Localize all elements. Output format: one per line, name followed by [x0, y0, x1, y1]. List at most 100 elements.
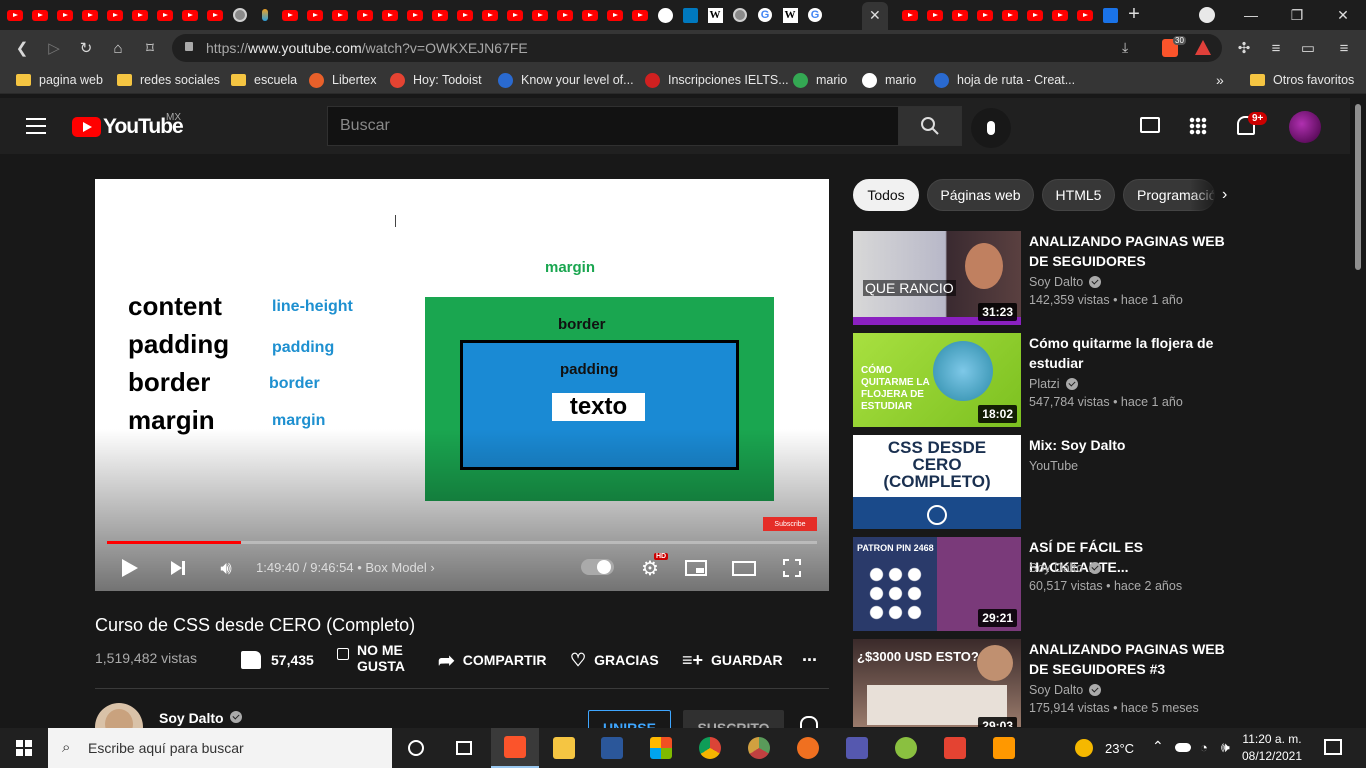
dislike-button[interactable]: NO ME GUSTA — [337, 642, 405, 674]
browser-tab[interactable] — [1073, 5, 1097, 25]
chevron-right-icon[interactable]: › — [1222, 186, 1227, 204]
browser-tab[interactable] — [378, 5, 402, 25]
next-button[interactable] — [163, 554, 193, 582]
browser-tab[interactable]: W — [703, 5, 727, 25]
recommendation-channel[interactable]: Soy Dalto — [1029, 275, 1102, 289]
taskbar-app-grammarly[interactable] — [784, 728, 832, 768]
browser-tab[interactable] — [628, 5, 652, 25]
apps-grid-icon[interactable] — [1189, 117, 1207, 135]
recommendation-channel[interactable]: Platzi — [1029, 377, 1078, 391]
taskbar-app-todoist[interactable] — [931, 728, 979, 768]
browser-tab[interactable]: G — [803, 5, 827, 25]
taskbar-search[interactable]: ⌕ Escribe aquí para buscar — [48, 728, 392, 768]
browser-tab[interactable] — [578, 5, 602, 25]
maximize-button[interactable]: ❐ — [1274, 0, 1320, 30]
hamburger-menu-icon[interactable] — [26, 118, 46, 134]
browser-tab[interactable] — [303, 5, 327, 25]
fullscreen-button[interactable] — [777, 554, 807, 582]
page-scrollbar[interactable] — [1350, 98, 1366, 728]
browser-tab[interactable]: G — [753, 5, 777, 25]
bookmark-item[interactable]: Inscripciones IELTS... — [645, 71, 789, 89]
bookmarks-overflow[interactable]: » — [1216, 71, 1224, 89]
search-button[interactable] — [898, 106, 962, 146]
show-hidden-icons[interactable]: ⌃ — [1152, 738, 1164, 755]
subscribe-watermark[interactable]: Subscribe — [763, 517, 817, 531]
bookmark-item[interactable]: redes sociales — [117, 71, 220, 89]
more-actions-button[interactable]: ... — [802, 640, 817, 670]
browser-tab[interactable] — [128, 5, 152, 25]
address-bar[interactable]: https://www.youtube.com/watch?v=OWKXEJN6… — [172, 34, 1222, 62]
tab-search-icon[interactable] — [1199, 7, 1215, 23]
wallet-icon[interactable]: ▭ — [1298, 38, 1318, 58]
weather-temperature[interactable]: 23°C — [1105, 741, 1134, 756]
browser-tab[interactable] — [178, 5, 202, 25]
video-player[interactable]: content padding border margin line-heigh… — [95, 179, 829, 591]
close-tab-icon[interactable]: ✕ — [869, 7, 881, 24]
browser-tab[interactable] — [78, 5, 102, 25]
channel-name[interactable]: Soy Dalto — [159, 710, 242, 726]
browser-tab[interactable] — [253, 5, 277, 25]
volume-button[interactable]: 🔊︎ — [211, 554, 241, 582]
back-icon[interactable]: ❮ — [12, 38, 32, 58]
recommendation-thumbnail[interactable]: CSS DESDE CERO (COMPLETO) — [853, 435, 1021, 529]
recommendation-thumbnail[interactable]: PATRON PIN 2468 29:21 — [853, 537, 1021, 631]
system-clock[interactable]: 11:20 a. m. 08/12/2021 — [1240, 731, 1304, 765]
browser-tab[interactable] — [653, 5, 677, 25]
search-input[interactable] — [328, 107, 898, 145]
voice-search-button[interactable] — [971, 108, 1011, 148]
browser-tab[interactable] — [403, 5, 427, 25]
new-tab-button[interactable]: + — [1124, 4, 1144, 24]
task-view-button[interactable] — [440, 728, 488, 768]
onedrive-icon[interactable] — [1175, 743, 1191, 752]
browser-tab[interactable]: W — [778, 5, 802, 25]
bookmark-item[interactable]: pagina web — [16, 71, 103, 89]
bookmark-item[interactable]: Know your level of... — [498, 71, 634, 89]
browser-tab[interactable] — [948, 5, 972, 25]
miniplayer-button[interactable] — [681, 554, 711, 582]
browser-tab[interactable] — [998, 5, 1022, 25]
taskbar-app-sublime[interactable] — [980, 728, 1028, 768]
wifi-icon[interactable]: ◔ — [1200, 740, 1208, 755]
taskbar-app-whatsapp[interactable] — [882, 728, 930, 768]
browser-tab[interactable] — [328, 5, 352, 25]
extensions-icon[interactable]: ✣ — [1234, 38, 1254, 58]
home-icon[interactable]: ⌂ — [108, 38, 128, 58]
like-button[interactable]: 57,435 — [241, 645, 314, 675]
taskbar-app-chromium[interactable] — [735, 728, 783, 768]
forward-icon[interactable]: ▷ — [44, 38, 64, 58]
browser-tab[interactable] — [898, 5, 922, 25]
browser-tab[interactable] — [973, 5, 997, 25]
browser-tab[interactable] — [1023, 5, 1047, 25]
taskbar-app-explorer[interactable] — [540, 728, 588, 768]
recommendation-item[interactable]: ¿$3000 USD ESTO? 29:03 ANALIZANDO PAGINA… — [853, 639, 1238, 727]
recommendation-item[interactable]: PATRON PIN 2468 29:21 ASÍ DE FÁCIL ES HA… — [853, 537, 1238, 631]
download-icon[interactable]: ⤓ — [1122, 39, 1128, 56]
active-tab[interactable]: ✕ — [862, 2, 888, 30]
other-bookmarks[interactable]: Otros favoritos — [1250, 71, 1354, 89]
share-button[interactable]: ➦ COMPARTIR — [438, 645, 547, 675]
taskbar-app-chrome[interactable] — [686, 728, 734, 768]
bookmark-item[interactable]: mario — [862, 71, 916, 89]
minimize-button[interactable]: — — [1228, 0, 1274, 30]
recommendation-thumbnail[interactable]: ¿$3000 USD ESTO? 29:03 — [853, 639, 1021, 727]
thanks-button[interactable]: ♡ GRACIAS — [570, 645, 659, 675]
taskbar-app-word[interactable] — [588, 728, 636, 768]
bookmark-item[interactable]: escuela — [231, 71, 297, 89]
recommendation-channel[interactable]: YouTube — [1029, 459, 1078, 473]
menu-icon[interactable]: ≡ — [1334, 38, 1354, 58]
taskbar-app-store[interactable] — [637, 728, 685, 768]
volume-icon[interactable]: 🕪︎ — [1221, 739, 1230, 756]
browser-tab[interactable] — [678, 5, 702, 25]
chip-web-pages[interactable]: Páginas web — [927, 179, 1034, 211]
weather-sun-icon[interactable] — [1075, 739, 1093, 757]
play-button[interactable] — [115, 554, 145, 582]
recommendation-item[interactable]: CÓMO QUITARME LA FLOJERA DE ESTUDIAR 18:… — [853, 333, 1238, 427]
recommendation-thumbnail[interactable]: CÓMO QUITARME LA FLOJERA DE ESTUDIAR 18:… — [853, 333, 1021, 427]
recommendation-thumbnail[interactable]: QUE RANCIO 31:23 — [853, 231, 1021, 325]
browser-tab[interactable] — [478, 5, 502, 25]
browser-tab[interactable] — [503, 5, 527, 25]
scroll-thumb[interactable] — [1355, 104, 1361, 270]
browser-tab[interactable] — [1098, 5, 1122, 25]
progress-bar[interactable] — [107, 541, 817, 544]
browser-tab[interactable] — [103, 5, 127, 25]
